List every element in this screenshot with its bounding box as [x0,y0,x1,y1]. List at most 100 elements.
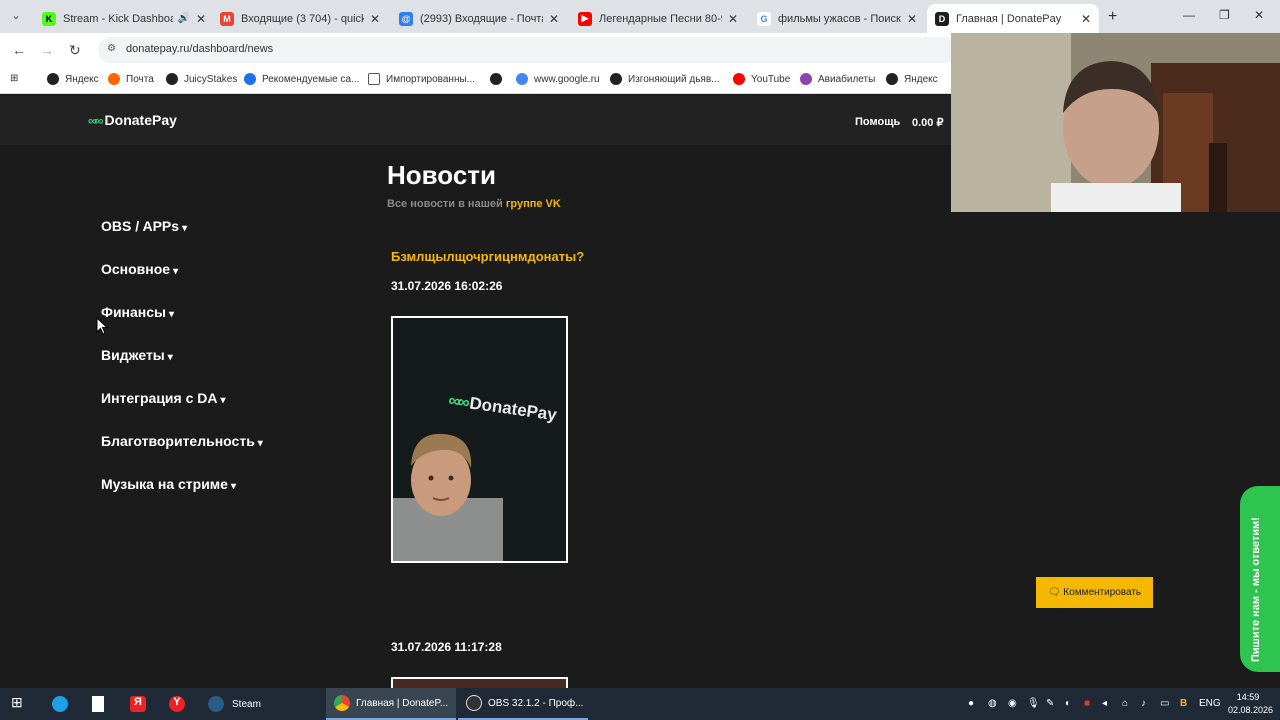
volume-icon[interactable]: ♪ [1141,698,1146,709]
monitor-icon[interactable]: ▭ [1160,698,1169,709]
close-tab-icon[interactable]: ✕ [370,12,380,26]
page-title: Новости [387,160,497,190]
bookmark-label: YouTube [751,73,791,85]
taskbar-clock[interactable]: 14:59 02.08.2026 [1228,691,1274,717]
site-settings-icon[interactable]: ⚙ [107,43,119,55]
close-tab-icon[interactable]: ✕ [549,12,559,26]
sidebar-item-label: Интеграция с DA [101,390,218,406]
taskbar-app-steam[interactable]: Steam [200,688,322,720]
bookmark-label: Изгоняющий дьяв... [628,73,720,85]
taskbar-app-label: Steam [232,698,261,710]
forward-arrow-icon[interactable]: → [40,42,54,58]
tab-search-chevron-icon[interactable]: ⌄ [8,9,24,25]
tray-b-icon[interactable]: B [1180,698,1187,709]
bookmark-favicon-icon [166,73,178,85]
tray-steam-icon[interactable]: ◐ [1065,698,1071,709]
sidebar-item[interactable]: Благотворительность ▾ [101,433,263,449]
obs-icon [466,695,482,711]
webcam-person-image [951,33,1280,212]
reload-icon[interactable]: ↻ [69,42,81,59]
close-tab-icon[interactable]: ✕ [196,12,206,26]
sidebar-item[interactable]: Музыка на стриме ▾ [101,476,236,492]
sidebar-item[interactable]: Основное ▾ [101,261,178,277]
news-title[interactable]: Бзмлщылщочргицнмдонаты? [391,249,584,264]
tray-chrome-icon[interactable]: ● [968,698,974,709]
sidebar-item-label: Благотворительность [101,433,255,449]
tray-icon[interactable]: ◍ [988,698,997,709]
google-icon: G [757,11,771,26]
comment-button[interactable]: 🗨 Комментировать [1036,577,1153,608]
news-image[interactable]: ∞∞DonatePay [391,316,568,563]
news-date: 31.07.2026 11:17:28 [391,640,502,654]
sidebar-item-label: Музыка на стриме [101,476,228,492]
bookmark-item[interactable]: Импортированны... [368,73,475,85]
edge-icon[interactable] [52,696,68,712]
omnibox[interactable]: ⚙ donatepay.ru/dashboard/news [98,37,958,63]
bookmark-item[interactable]: JuicyStakes [166,73,237,85]
yandex-icon[interactable]: Я [130,696,146,712]
close-tab-icon[interactable]: ✕ [907,12,917,26]
bookmark-favicon-icon [244,73,256,85]
bookmark-favicon-icon [800,73,812,85]
bookmark-item[interactable]: Яндекс [886,73,938,85]
bookmark-label: Почта [126,73,154,85]
bookmark-item[interactable]: Почта [108,73,154,85]
bookmark-item[interactable]: Авиабилеты [800,73,875,85]
tab-audio-icon[interactable]: 🔊 [177,13,189,24]
new-tab-button[interactable]: + [1108,8,1117,26]
news-subtitle: Все новости в нашей группе VK [387,198,561,210]
yandex-browser-icon[interactable]: Y [169,696,185,712]
dropdown-arrow-icon: ▾ [230,481,236,492]
subtitle-text: Все новости в нашей [387,198,503,210]
bookmark-item[interactable]: YouTube [733,73,790,85]
tray-icon[interactable]: ◂ [1102,698,1107,709]
maximize-icon[interactable]: ❐ [1219,8,1230,22]
tray-icon[interactable]: ■ [1084,698,1090,709]
bookmark-item[interactable]: www.google.ru [516,73,600,85]
apps-grid-icon[interactable]: ⊞ [10,73,18,84]
browser-tab[interactable]: ▶ Легендарные Песни 80-90 ✕ [570,4,746,33]
sidebar-item-label: Виджеты [101,347,165,363]
balance-display[interactable]: 0.00 ₽ [912,116,943,129]
browser-tab[interactable]: @ (2993) Входящие - Почта M ✕ [391,4,567,33]
close-window-icon[interactable]: ✕ [1254,8,1264,22]
minimize-icon[interactable]: — [1183,8,1195,22]
tray-icon[interactable]: ◉ [1008,698,1017,709]
bookmark-item[interactable]: Изгоняющий дьяв... [610,73,719,85]
donatepay-logo[interactable]: ∞∞ DonatePay [88,112,177,128]
sidebar-item[interactable]: Виджеты ▾ [101,347,173,363]
bookmark-item[interactable] [490,73,508,85]
browser-tab[interactable]: Gфильмы ужасов - Поиск в G ✕ [749,4,925,33]
bookmark-item[interactable]: Яндекс [47,73,99,85]
bookmark-favicon-icon [47,73,59,85]
mailru-icon: @ [399,11,413,26]
taskbar-app-obs[interactable]: OBS 32.1.2 - Проф... [458,688,588,720]
bookmark-favicon-icon [733,73,745,85]
help-link[interactable]: Помощь [855,116,900,128]
close-tab-icon[interactable]: ✕ [728,12,738,26]
tray-icon[interactable]: ✎ [1046,698,1054,709]
sidebar-item[interactable]: OBS / APPs ▾ [101,218,187,234]
kick-icon: K [42,11,56,26]
browser-tab[interactable]: K Stream - Kick Dashboard🔊 ✕ [34,4,214,33]
browser-tab[interactable]: D Главная | DonatePay ✕ [927,4,1099,33]
chat-support-tab[interactable]: Пишите нам - мы ответим! [1240,486,1280,672]
file-icon[interactable] [92,696,104,712]
microphone-icon[interactable]: 🎙 [1027,698,1040,709]
sidebar-item[interactable]: Финансы ▾ [101,304,174,320]
bookmark-item[interactable]: Рекомендуемые са... [244,73,359,85]
chrome-icon [334,695,350,711]
sidebar-item[interactable]: Интеграция с DA ▾ [101,390,226,406]
url-text[interactable]: donatepay.ru/dashboard/news [126,43,273,55]
network-icon[interactable]: ⌂ [1122,698,1128,709]
back-arrow-icon[interactable]: ← [12,42,26,58]
windows-start-icon[interactable]: ⊞ [11,694,27,710]
logo-text: DonatePay [104,112,177,128]
vk-group-link[interactable]: группе VK [506,198,561,210]
language-indicator[interactable]: ENG [1199,698,1221,709]
browser-tab[interactable]: M Входящие (3 704) - quickmo ✕ [212,4,388,33]
taskbar-app-chrome[interactable]: Главная | DonateP... [326,688,456,720]
clock-date: 02.08.2026 [1228,705,1274,715]
close-tab-icon[interactable]: ✕ [1081,12,1091,26]
clock-time: 14:59 [1236,692,1260,702]
